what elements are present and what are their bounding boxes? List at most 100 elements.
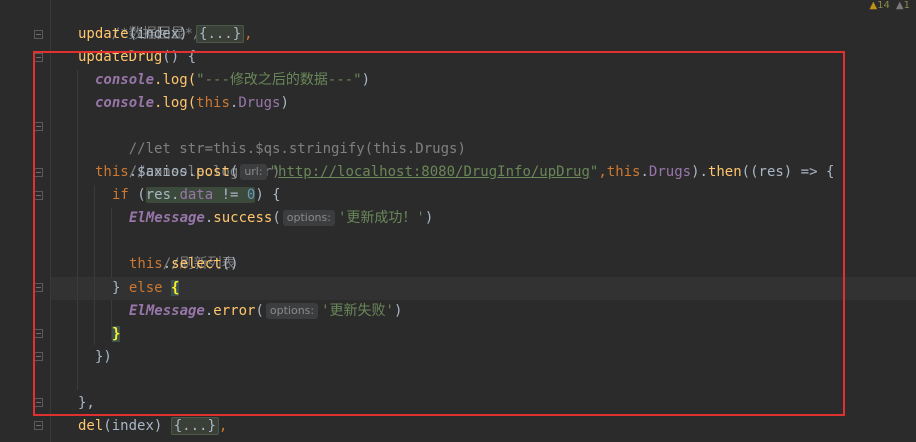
else-keyword: else <box>128 280 163 296</box>
punctuation: () <box>221 256 239 272</box>
collapsed-block[interactable]: {...} <box>196 25 245 43</box>
fold-marker[interactable] <box>34 122 43 131</box>
code-line-5[interactable]: console.log(this.Drugs) <box>95 92 289 115</box>
url-link[interactable]: http://localhost:8080/DrugInfo/upDrug <box>278 164 590 180</box>
inspection-status[interactable]: ▲14 ▲1 <box>869 0 910 11</box>
code-line-3[interactable]: updateDrug() { <box>78 46 196 69</box>
method-params: (index) <box>128 26 197 42</box>
arrow-function: ((res) => { <box>741 164 835 180</box>
property-name: Drugs <box>238 95 281 111</box>
indent-guide <box>77 70 78 390</box>
string-literal: '更新成功！' <box>337 210 425 226</box>
punctuation: ) { <box>255 187 281 203</box>
punctuation: , <box>598 164 607 180</box>
gutter-separator <box>50 0 51 442</box>
fold-marker[interactable] <box>34 191 43 200</box>
punctuation: ) <box>393 303 403 319</box>
weak-warning-icon: ▲ <box>895 0 904 11</box>
punctuation: ) <box>424 210 434 226</box>
code-line-1[interactable]: /*数据回显*/ <box>78 0 202 42</box>
console-object: console <box>95 72 155 88</box>
method-params: () { <box>162 49 197 65</box>
punctuation: } <box>112 280 129 296</box>
this-keyword: this <box>606 164 641 180</box>
punctuation: ( <box>255 303 264 319</box>
weak-warning-indicator[interactable]: ▲1 <box>896 0 910 11</box>
log-call: .log( <box>154 72 197 88</box>
res-variable: res <box>145 187 172 203</box>
fold-marker[interactable] <box>34 352 43 361</box>
punctuation: ( <box>229 164 239 180</box>
string-literal: '更新失败' <box>321 303 394 319</box>
punctuation: . <box>162 256 172 272</box>
code-line-7[interactable]: //console.log(str) <box>95 138 281 180</box>
punctuation: }) <box>95 349 112 365</box>
punctuation: ( <box>128 187 146 203</box>
fold-marker[interactable] <box>34 53 43 62</box>
current-line-highlight <box>51 277 916 300</box>
punctuation <box>163 280 171 296</box>
punctuation: }, <box>78 395 95 411</box>
class-name: ElMessage <box>129 210 205 226</box>
this-keyword: this <box>196 95 230 111</box>
fold-marker[interactable] <box>34 283 43 292</box>
code-line-15[interactable]: } <box>112 323 121 346</box>
method-params: (index) <box>103 418 171 434</box>
then-call: then <box>707 164 742 180</box>
fold-marker[interactable] <box>34 398 43 407</box>
operator: != <box>213 187 247 203</box>
code-line-4[interactable]: console.log("---修改之后的数据---") <box>95 69 370 92</box>
select-call: select <box>171 256 222 272</box>
code-line-13[interactable]: } else { <box>112 277 180 300</box>
parameter-hint: options: <box>265 303 319 319</box>
class-name: ElMessage <box>129 303 205 319</box>
fold-marker[interactable] <box>34 421 43 430</box>
code-line-19[interactable]: del(index) {...}, <box>78 415 227 438</box>
code-line-6[interactable]: //let str=this.$qs.stringify(this.Drugs) <box>95 115 466 157</box>
collapsed-block[interactable]: {...} <box>170 417 219 435</box>
console-object: console <box>95 95 155 111</box>
if-keyword: if <box>112 187 129 203</box>
punctuation: . <box>640 164 649 180</box>
warning-indicator[interactable]: ▲14 <box>869 0 889 11</box>
parameter-hint: url: <box>240 164 267 180</box>
axios-member: .$axios. <box>128 164 197 180</box>
code-line-8[interactable]: this.$axios.post(url: "http://localhost:8… <box>95 161 834 184</box>
indent-guide <box>94 185 95 345</box>
property-name: Drugs <box>648 164 692 180</box>
editor-gutter <box>0 0 50 442</box>
method-name: updateDrug <box>78 49 163 65</box>
punctuation: ( <box>272 210 281 226</box>
punctuation: ). <box>691 164 708 180</box>
property-name: data <box>179 187 214 203</box>
code-line-10[interactable]: ElMessage.success(options: '更新成功！') <box>129 207 433 230</box>
code-line-16[interactable]: }) <box>95 346 112 369</box>
this-keyword: this <box>129 256 163 272</box>
code-line-11[interactable]: //刷新列表 <box>129 230 236 272</box>
code-line-18[interactable]: }, <box>78 392 95 415</box>
matched-brace: } <box>112 326 121 342</box>
code-editor[interactable]: /*数据回显*/ update(index) {...}, updateDrug… <box>0 0 916 442</box>
fold-marker[interactable] <box>34 30 43 39</box>
code-line-12[interactable]: this.select() <box>129 253 239 276</box>
punctuation: ) <box>280 95 289 111</box>
fold-marker[interactable] <box>34 168 43 177</box>
parameter-hint: options: <box>282 210 335 226</box>
punctuation: , <box>218 418 228 434</box>
this-keyword: this <box>95 164 129 180</box>
punctuation: ) <box>361 72 371 88</box>
success-call: success <box>213 210 273 226</box>
punctuation: , <box>244 26 253 42</box>
string-quote: " <box>269 164 279 180</box>
code-line-14[interactable]: ElMessage.error(options: '更新失败') <box>129 300 402 323</box>
method-name: del <box>78 418 104 434</box>
code-line-2[interactable]: update(index) {...}, <box>78 23 253 46</box>
post-call: post <box>196 164 230 180</box>
log-call: .log( <box>154 95 197 111</box>
indent-guide <box>111 208 112 278</box>
fold-marker[interactable] <box>34 329 43 338</box>
code-line-9[interactable]: if (res.data != 0) { <box>112 184 281 207</box>
error-call: error <box>213 303 256 319</box>
matched-brace: { <box>171 280 180 296</box>
method-name: update <box>78 26 129 42</box>
